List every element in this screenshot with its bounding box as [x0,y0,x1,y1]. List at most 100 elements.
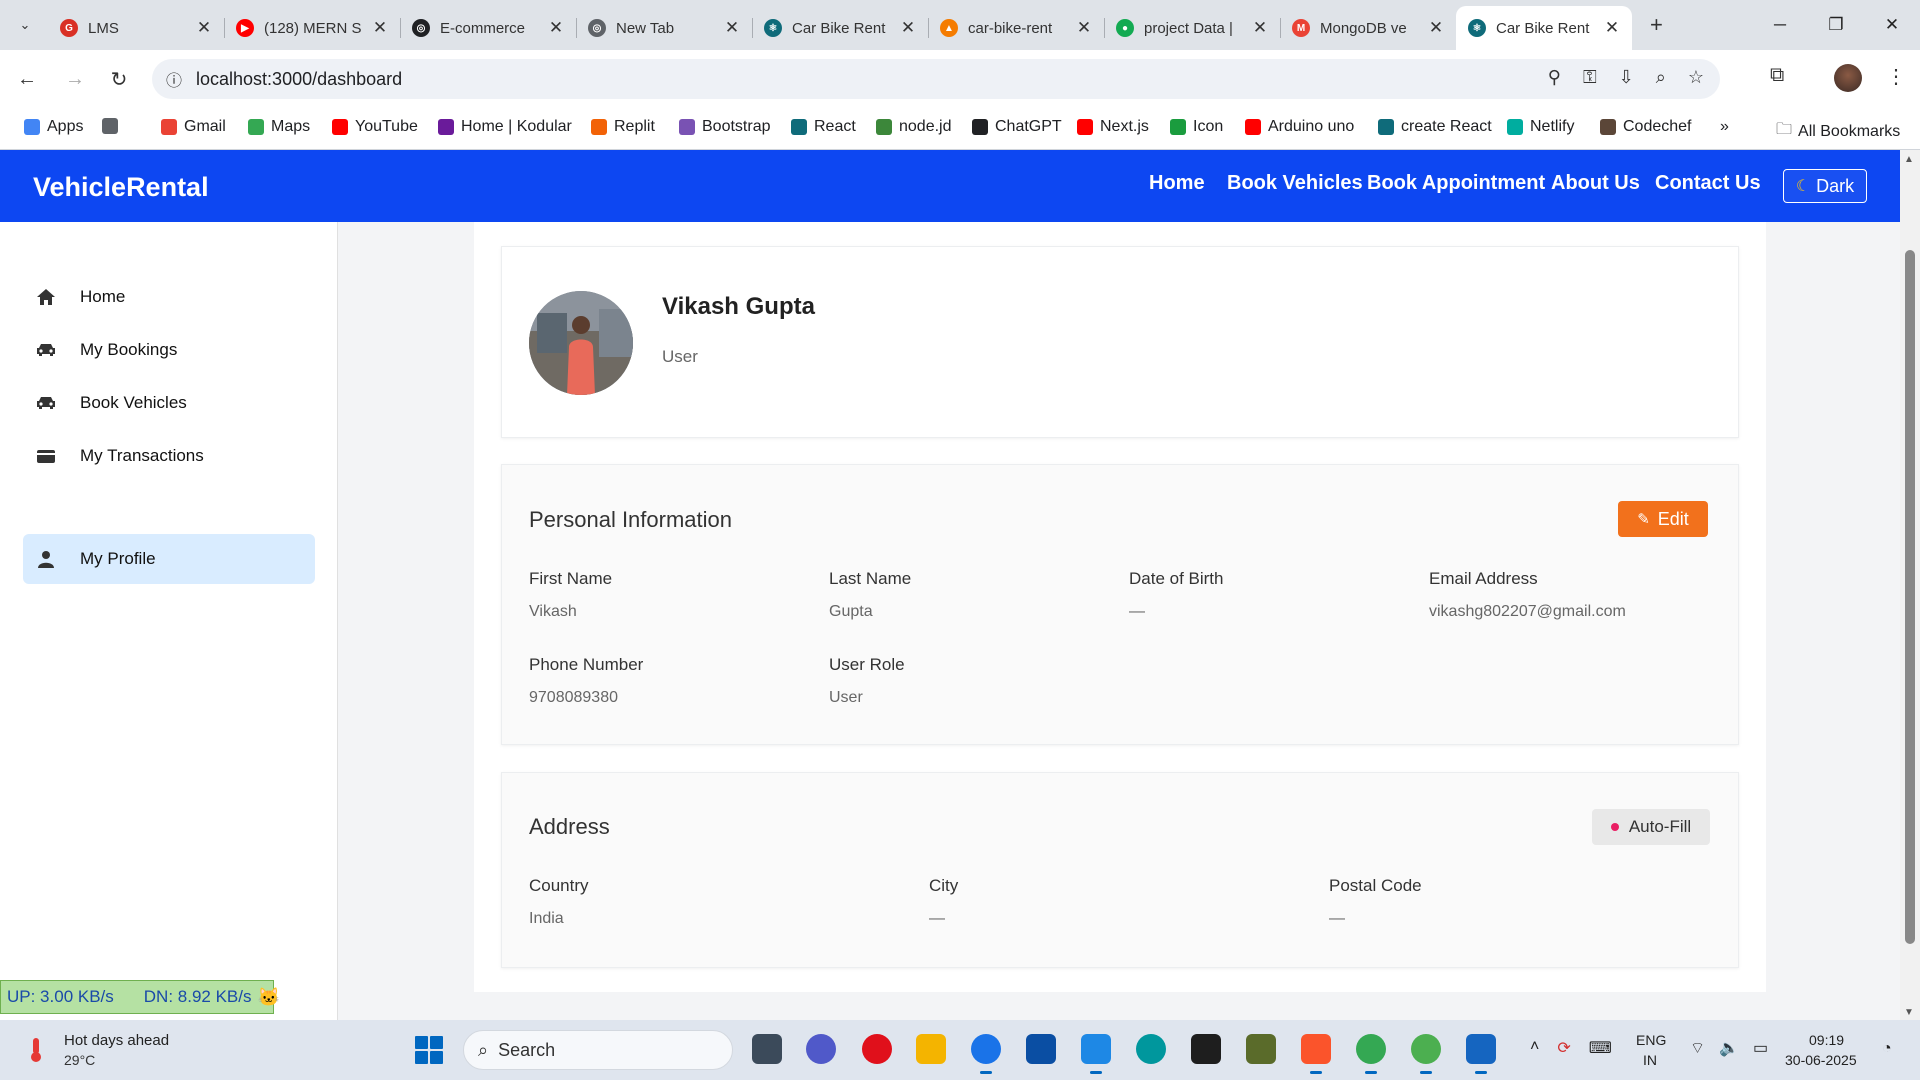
arduino-icon[interactable] [1136,1034,1166,1064]
bookmark-item[interactable]: ChatGPT [972,118,1062,136]
app-icon[interactable] [1246,1034,1276,1064]
battery-icon[interactable]: ▭ [1753,1038,1768,1058]
all-bookmarks-button[interactable]: 🗀 All Bookmarks [1776,118,1900,145]
bookmark-item[interactable]: Replit [591,118,655,136]
bookmark-item[interactable]: Apps [24,118,83,136]
tab-close-icon[interactable]: ✕ [370,18,390,38]
site-info-icon[interactable]: ⓘ [166,67,182,91]
reload-icon[interactable]: ↻ [104,64,134,94]
brave-icon[interactable] [1301,1034,1331,1074]
tray-chevron-icon[interactable]: ˄ [1530,1038,1539,1058]
address-bar[interactable]: ⓘ localhost:3000/dashboard ⚲ ⚿ ⇩ ⌕ ☆ [152,59,1720,99]
bookmark-item[interactable]: Codechef [1600,118,1692,136]
zoom-icon[interactable]: ⌕ [1656,67,1666,88]
meet-icon[interactable] [806,1034,836,1064]
browser-tab[interactable]: ● project Data | ✕ [1104,6,1280,50]
keyboard-icon[interactable]: ⌨ [1589,1038,1612,1058]
browser-tab[interactable]: G LMS ✕ [48,6,224,50]
browser-tab[interactable]: ⚛ Car Bike Rent ✕ [752,6,928,50]
region-indicator[interactable]: IN [1643,1052,1657,1068]
terminal-icon[interactable] [1466,1034,1496,1074]
extensions-icon[interactable]: ⧉ [1770,64,1784,87]
volume-icon[interactable]: 🔈 [1719,1038,1739,1058]
chrome-profile-icon[interactable] [1356,1034,1386,1074]
clock-date[interactable]: 30-06-2025 [1785,1052,1857,1068]
restore-icon[interactable]: ❐ [1808,0,1864,50]
new-tab-icon[interactable]: + [1650,12,1663,38]
minimize-icon[interactable]: ─ [1752,0,1808,50]
store-icon[interactable] [1026,1034,1056,1064]
bookmark-item[interactable]: Maps [248,118,310,136]
tab-search-icon[interactable]: ⌄ [10,10,40,40]
brand-logo[interactable]: VehicleRental [33,172,209,203]
page-scrollbar[interactable]: ▲ ▼ [1900,150,1920,1020]
nav-link-about-us[interactable]: About Us [1551,172,1640,195]
sync-icon[interactable]: ⟳ [1557,1038,1570,1058]
url-text[interactable]: localhost:3000/dashboard [196,69,402,90]
profile-avatar-icon[interactable] [1834,64,1862,92]
dark-mode-button[interactable]: ☾ Dark [1783,169,1867,203]
browser-tab[interactable]: ◎ New Tab ✕ [576,6,752,50]
bookmark-item[interactable]: Gmail [161,118,226,136]
sidebar-item-home[interactable]: Home [23,272,315,322]
bookmark-item[interactable]: Netlify [1507,118,1574,136]
chrome-profile-2-icon[interactable] [1411,1034,1441,1074]
bookmark-item[interactable] [102,118,125,134]
weather-temp[interactable]: 29°C [64,1052,95,1068]
bookmark-item[interactable]: YouTube [332,118,418,136]
sidebar-item-my-profile[interactable]: My Profile [23,534,315,584]
tab-close-icon[interactable]: ✕ [546,18,566,38]
tab-close-icon[interactable]: ✕ [898,18,918,38]
sidebar-item-my-transactions[interactable]: My Transactions [23,431,315,481]
opera-icon[interactable] [862,1034,892,1064]
scroll-down-icon[interactable]: ▼ [1904,1007,1914,1018]
location-icon[interactable]: ⚲ [1548,67,1561,88]
wifi-icon[interactable]: ⌔ [1690,1038,1705,1058]
password-key-icon[interactable]: ⚿ [1583,67,1597,88]
weather-thermometer-icon[interactable] [22,1036,50,1064]
start-menu-icon[interactable] [415,1036,443,1064]
bookmark-item[interactable]: Icon [1170,118,1223,136]
bookmark-star-icon[interactable]: ☆ [1688,67,1704,88]
edit-button[interactable]: ✎ Edit [1618,501,1708,537]
sidebar-item-my-bookings[interactable]: My Bookings [23,325,315,375]
avatar[interactable] [529,291,633,395]
tab-close-icon[interactable]: ✕ [1250,18,1270,38]
tab-close-icon[interactable]: ✕ [194,18,214,38]
task-view-icon[interactable] [752,1034,782,1064]
language-indicator[interactable]: ENG [1636,1032,1666,1048]
auto-fill-button[interactable]: Auto-Fill [1592,809,1710,845]
scroll-up-icon[interactable]: ▲ [1904,154,1914,165]
scroll-thumb[interactable] [1905,250,1915,944]
bookmark-item[interactable]: React [791,118,856,136]
browser-tab[interactable]: ⚛ Car Bike Rent ✕ [1456,6,1632,50]
nav-link-home[interactable]: Home [1149,172,1205,195]
notification-bell-icon[interactable]: ◔ [1882,1040,1892,1058]
nav-link-book-vehicles[interactable]: Book Vehicles [1227,172,1363,195]
weather-title[interactable]: Hot days ahead [64,1032,169,1049]
tab-close-icon[interactable]: ✕ [1602,18,1622,38]
bookmark-item[interactable]: node.jd [876,118,952,136]
browser-tab[interactable]: M MongoDB ve ✕ [1280,6,1456,50]
tab-close-icon[interactable]: ✕ [722,18,742,38]
install-app-icon[interactable]: ⇩ [1619,67,1634,88]
chrome-icon[interactable] [971,1034,1001,1074]
bookmarks-overflow-icon[interactable]: » [1720,118,1729,136]
taskbar-search[interactable]: ⌕ Search [463,1030,733,1070]
back-icon[interactable]: ← [12,64,42,94]
nav-link-contact-us[interactable]: Contact Us [1655,172,1761,195]
close-window-icon[interactable]: ✕ [1864,0,1920,50]
clock-time[interactable]: 09:19 [1809,1032,1844,1048]
browser-tab[interactable]: ▲ car-bike-rent ✕ [928,6,1104,50]
browser-tab[interactable]: ◎ E-commerce ✕ [400,6,576,50]
figma-icon[interactable] [1191,1034,1221,1064]
bookmark-item[interactable]: create React [1378,118,1492,136]
vscode-icon[interactable] [1081,1034,1111,1074]
file-explorer-icon[interactable] [916,1034,946,1064]
tab-close-icon[interactable]: ✕ [1426,18,1446,38]
bookmark-item[interactable]: Arduino uno [1245,118,1354,136]
menu-icon[interactable]: ⋮ [1886,64,1906,89]
forward-icon[interactable]: → [60,64,90,94]
tab-close-icon[interactable]: ✕ [1074,18,1094,38]
nav-link-book-appointment[interactable]: Book Appointment [1367,172,1545,195]
